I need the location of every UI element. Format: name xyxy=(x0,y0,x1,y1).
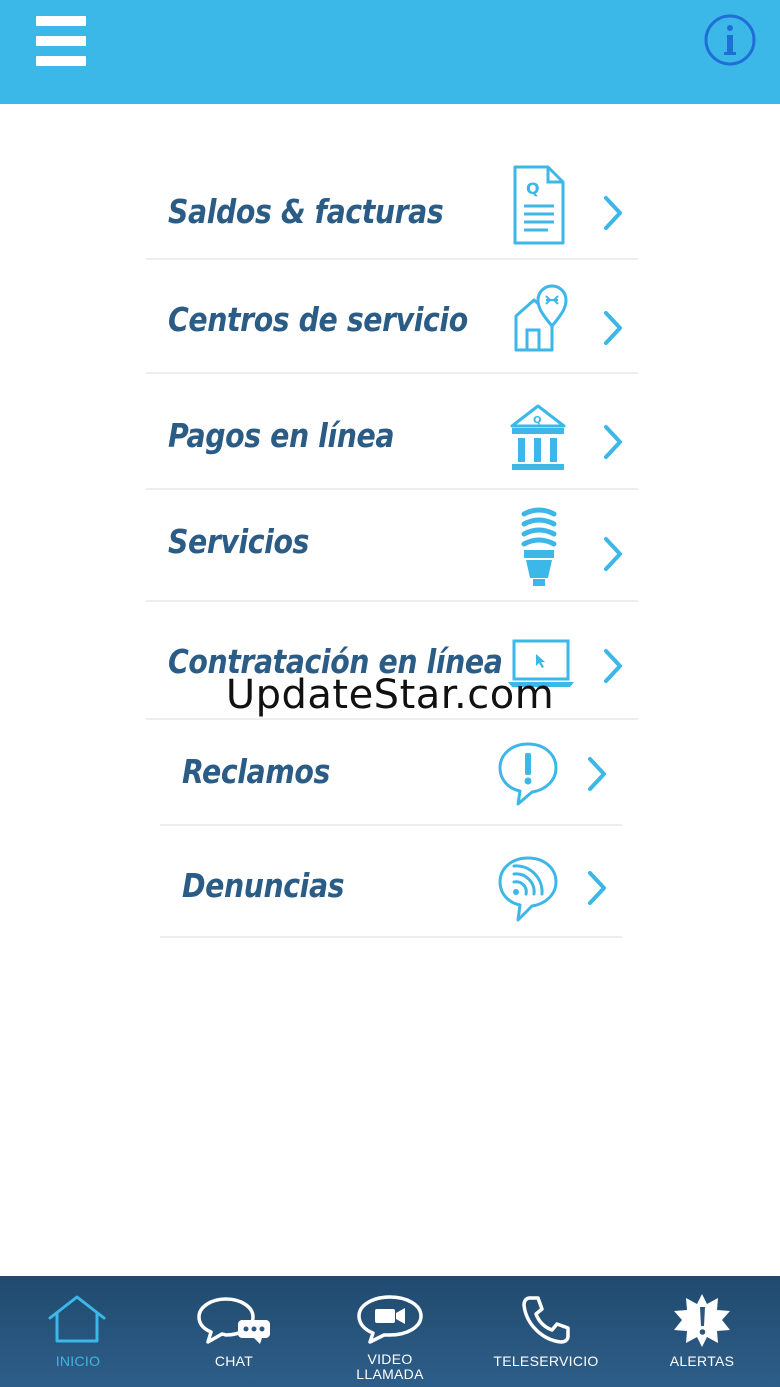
menu-item-label: Servicios xyxy=(168,522,309,561)
chevron-right-icon xyxy=(588,871,606,905)
bank-icon: Q xyxy=(510,404,566,470)
invoice-document-icon: Q xyxy=(513,165,565,245)
menu-item-pagos-linea[interactable]: Pagos en línea Q xyxy=(146,374,638,490)
tab-video-llamada[interactable]: VIDEO LLAMADA xyxy=(312,1276,468,1387)
menu-item-servicios[interactable]: Servicios xyxy=(146,490,638,602)
tab-label: TELESERVICIO xyxy=(493,1353,599,1369)
menu-item-denuncias[interactable]: Denuncias xyxy=(160,826,622,938)
hamburger-icon[interactable] xyxy=(36,16,86,66)
chevron-right-icon xyxy=(604,649,622,683)
signal-speech-bubble-icon xyxy=(498,856,558,922)
light-bulb-icon xyxy=(521,507,557,586)
menu-item-label: Contratación en línea xyxy=(168,642,503,681)
menu-item-label: Denuncias xyxy=(182,866,345,905)
home-icon xyxy=(48,1295,106,1343)
svg-text:Q: Q xyxy=(526,179,540,198)
chevron-right-icon xyxy=(588,757,606,791)
video-call-icon xyxy=(357,1295,423,1344)
chevron-right-icon xyxy=(604,311,622,345)
tab-label: ALERTAS xyxy=(669,1353,735,1369)
menu-item-centros-servicio[interactable]: Centros de servicio xyxy=(146,260,638,374)
chevron-right-icon xyxy=(604,537,622,571)
exclamation-speech-bubble-icon xyxy=(498,742,558,806)
app-header xyxy=(0,0,780,104)
tab-teleservicio[interactable]: TELESERVICIO xyxy=(468,1276,624,1387)
menu-item-contratacion-linea[interactable]: Contratación en línea xyxy=(146,602,638,720)
menu-item-label: Centros de servicio xyxy=(168,300,468,339)
tab-label: CHAT xyxy=(214,1353,254,1369)
alert-icon xyxy=(674,1294,730,1347)
menu-item-label: Saldos & facturas xyxy=(168,192,444,231)
svg-text:Q: Q xyxy=(533,415,542,426)
tab-label-line1: VIDEO xyxy=(367,1351,413,1367)
laptop-icon xyxy=(508,639,574,687)
tab-label: INICIO xyxy=(55,1353,101,1369)
info-icon[interactable] xyxy=(704,14,756,66)
bottom-tab-bar: INICIO CHAT VIDEO LLAMADA TELESERVICIO A… xyxy=(0,1276,780,1387)
menu-item-label: Reclamos xyxy=(182,752,330,791)
menu-item-saldos-facturas[interactable]: Saldos & facturas Q xyxy=(146,158,638,260)
service-center-location-icon xyxy=(514,284,568,352)
tab-alertas[interactable]: ALERTAS xyxy=(624,1276,780,1387)
tab-chat[interactable]: CHAT xyxy=(156,1276,312,1387)
chevron-right-icon xyxy=(604,425,622,459)
chat-icon xyxy=(197,1297,270,1344)
tab-inicio[interactable]: INICIO xyxy=(0,1276,156,1387)
menu-item-label: Pagos en línea xyxy=(168,416,395,455)
phone-icon xyxy=(522,1296,570,1344)
tab-label-line2: LLAMADA xyxy=(356,1366,424,1382)
divider xyxy=(160,936,622,938)
chevron-right-icon xyxy=(604,196,622,230)
menu-item-reclamos[interactable]: Reclamos xyxy=(160,720,622,826)
